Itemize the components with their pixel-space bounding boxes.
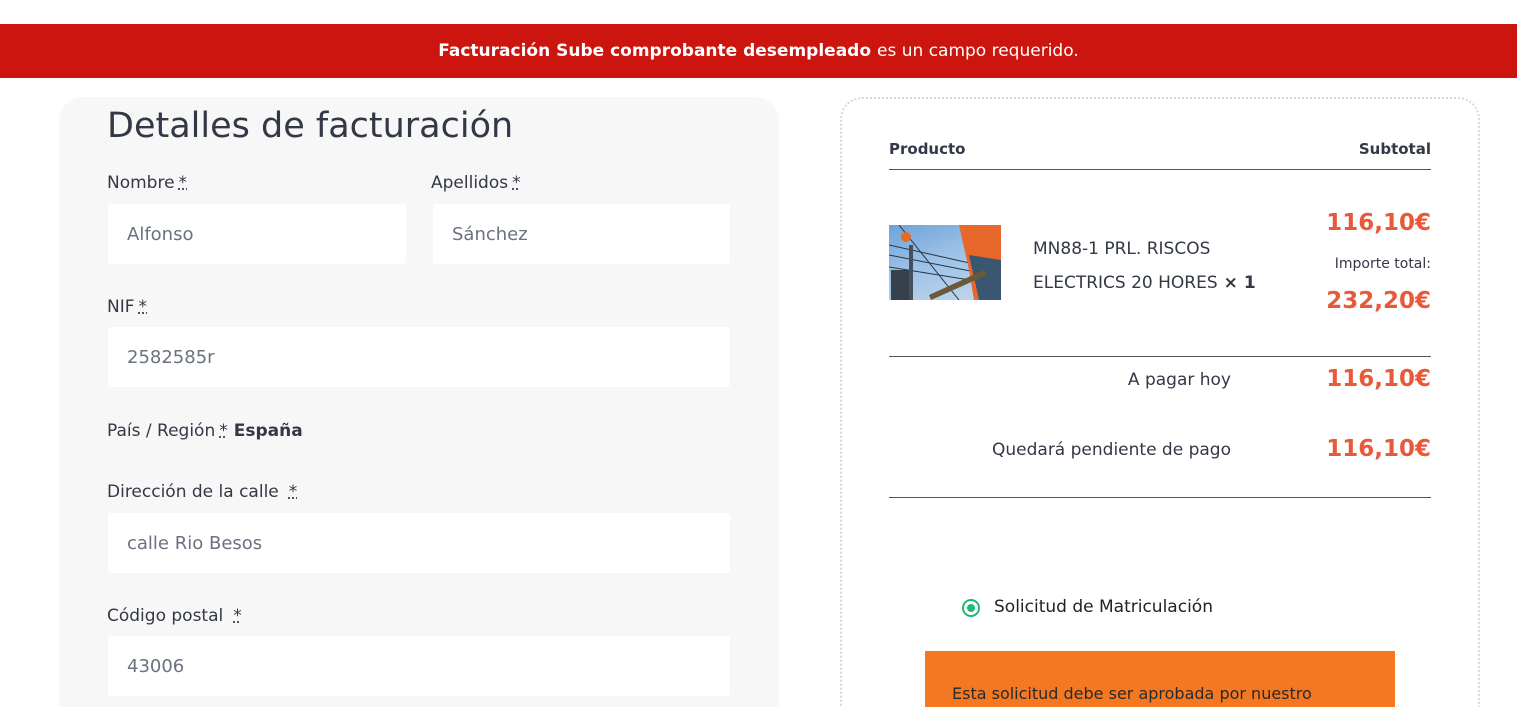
- divider: [889, 356, 1431, 357]
- required-mark: *: [219, 421, 228, 441]
- pending-amount: 116,10€: [1326, 436, 1431, 462]
- apellidos-label: Apellidos *: [431, 173, 521, 193]
- col-subtotal-header: Subtotal: [1358, 140, 1431, 158]
- error-message: es un campo requerido.: [877, 41, 1079, 61]
- nif-label-text: NIF: [107, 297, 135, 317]
- error-banner: Facturación Sube comprobante desempleado…: [0, 24, 1517, 78]
- item-total: 232,20€: [1326, 288, 1431, 314]
- payment-option-radio[interactable]: [962, 599, 980, 617]
- codigo-postal-label-text: Código postal: [107, 606, 224, 626]
- nombre-input[interactable]: [108, 204, 406, 264]
- direccion-input[interactable]: [108, 513, 730, 573]
- nif-input[interactable]: [108, 327, 730, 387]
- nombre-label: Nombre *: [107, 173, 187, 193]
- required-mark: *: [233, 606, 242, 626]
- pay-today-label: A pagar hoy: [1127, 370, 1231, 390]
- required-mark: *: [288, 482, 298, 502]
- product-qty: × 1: [1223, 273, 1256, 293]
- product-name: MN88-1 PRL. RISCOS ELECTRICS 20 HORES × 1: [1033, 232, 1273, 300]
- payment-option-label[interactable]: Solicitud de Matriculación: [994, 597, 1213, 617]
- total-label: Importe total:: [1334, 256, 1431, 272]
- divider: [889, 497, 1431, 498]
- required-mark: *: [512, 173, 521, 193]
- product-image: [889, 225, 1001, 300]
- col-product-header: Producto: [889, 140, 966, 158]
- nombre-label-text: Nombre: [107, 173, 175, 193]
- divider: [889, 169, 1431, 170]
- codigo-postal-label: Código postal *: [107, 606, 242, 626]
- product-name-text: MN88-1 PRL. RISCOS ELECTRICS 20 HORES: [1033, 239, 1218, 293]
- direccion-label: Dirección de la calle *: [107, 482, 297, 502]
- pay-today-amount: 116,10€: [1326, 366, 1431, 392]
- payment-notice-text: Esta solicitud debe ser aprobada por nue…: [952, 684, 1312, 703]
- pais-label: País / Región * España: [107, 421, 303, 441]
- pais-value: España: [233, 421, 303, 441]
- pais-label-text: País / Región: [107, 421, 216, 441]
- pending-label: Quedará pendiente de pago: [992, 440, 1231, 460]
- apellidos-input[interactable]: [433, 204, 730, 264]
- product-photo-icon: [889, 225, 1001, 300]
- apellidos-label-text: Apellidos: [431, 173, 509, 193]
- direccion-label-text: Dirección de la calle: [107, 482, 279, 502]
- required-mark: *: [138, 297, 148, 317]
- item-price: 116,10€: [1326, 210, 1431, 236]
- payment-notice: Esta solicitud debe ser aprobada por nue…: [925, 651, 1395, 707]
- codigo-postal-input[interactable]: [108, 636, 730, 696]
- nif-label: NIF *: [107, 297, 147, 317]
- required-mark: *: [178, 173, 188, 193]
- error-field-name: Facturación Sube comprobante desempleado: [438, 41, 872, 61]
- billing-title: Detalles de facturación: [107, 106, 514, 146]
